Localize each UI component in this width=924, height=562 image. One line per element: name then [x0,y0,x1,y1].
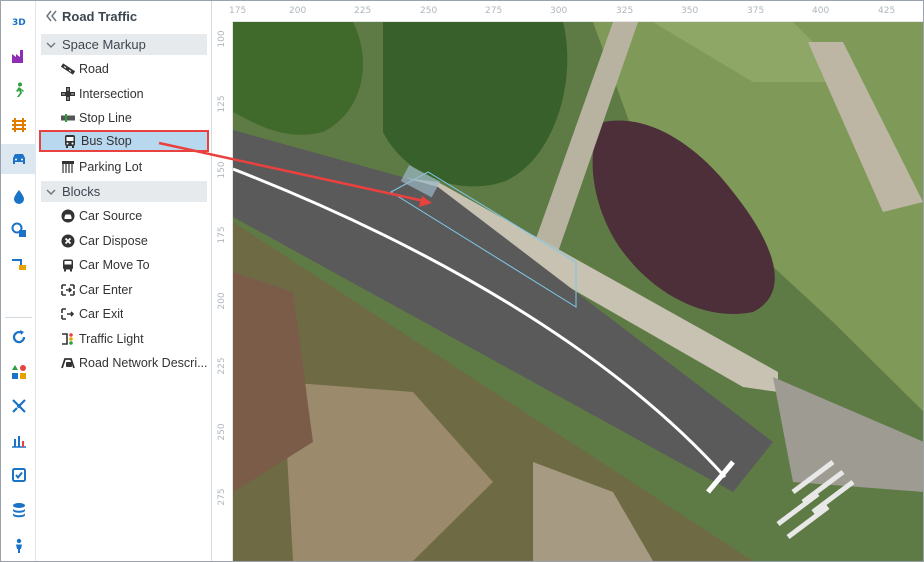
pedestrian-icon[interactable] [1,75,36,105]
palette-item-label: Car Dispose [79,234,148,248]
car-source-icon [61,209,75,223]
ruler-tick: 275 [217,488,227,506]
ruler-tick: 375 [747,6,765,16]
ruler-tick: 200 [217,292,227,310]
ruler-tick: 250 [420,6,438,16]
bus-stop-icon [65,135,75,148]
process-icon[interactable] [1,249,36,279]
chevron-down-icon [46,189,56,195]
palette-item-stop-line[interactable]: Stop Line [61,107,207,129]
charts-icon[interactable] [1,425,36,455]
application-window: 3D Road Traffic Space Markup Road Inters… [0,0,924,562]
vertical-ruler: 100 125 150 175 200 225 250 275 [212,22,233,561]
palette-item-label: Road [79,62,109,76]
collapse-icon[interactable] [44,9,58,23]
analysis-icon[interactable] [1,391,36,421]
agent-icon[interactable] [1,357,36,387]
palette-item-label: Car Source [79,209,143,223]
palette-item-car-dispose[interactable]: Car Dispose [61,230,207,252]
palette-item-label: Traffic Light [79,332,144,346]
road-network-descriptor-icon [61,358,75,369]
palette-item-label: Road Network Descri... [79,356,207,370]
palette-item-car-move-to[interactable]: Car Move To [61,254,207,276]
connectivity-icon[interactable] [1,495,36,525]
ruler-tick: 350 [681,6,699,16]
ruler-tick: 200 [289,6,307,16]
presentation-icon[interactable] [1,460,36,490]
palette-item-car-exit[interactable]: Car Exit [61,303,207,325]
palette-panel: Road Traffic Space Markup Road Intersect… [36,1,212,561]
palette-item-bus-stop[interactable]: Bus Stop [39,130,209,152]
section-label: Space Markup [62,37,146,52]
palette-item-label: Bus Stop [81,134,132,148]
ruler-tick: 100 [217,30,227,48]
car-move-to-icon [63,259,73,272]
people-icon[interactable] [1,531,36,561]
traffic-light-icon [62,333,73,345]
palette-item-label: Intersection [79,87,144,101]
palette-item-intersection[interactable]: Intersection [61,83,207,105]
ruler-tick: 225 [217,357,227,375]
ruler-tick: 175 [217,226,227,244]
palette-item-label: Parking Lot [79,160,143,174]
section-label: Blocks [62,184,101,199]
palette-item-parking-lot[interactable]: Parking Lot [61,156,207,178]
parking-lot-icon [62,161,74,173]
ruler-tick: 300 [550,6,568,16]
chevron-down-icon [46,42,56,48]
horizontal-ruler: 175 200 225 250 275 300 325 350 375 400 … [229,1,923,22]
palette-item-traffic-light[interactable]: Traffic Light [61,328,207,350]
ruler-tick: 325 [616,6,634,16]
ruler-tick: 425 [878,6,896,16]
ruler-tick: 125 [217,95,227,113]
3d-icon[interactable]: 3D [1,6,36,36]
ruler-tick: 150 [217,161,227,179]
section-blocks[interactable]: Blocks [41,181,207,202]
car-dispose-icon [61,234,75,248]
car-enter-icon [61,284,75,296]
palette-item-car-enter[interactable]: Car Enter [61,279,207,301]
svg-text:3D: 3D [12,18,26,28]
stop-line-icon [61,114,75,122]
fluid-icon[interactable] [1,182,36,212]
road-icon [61,63,75,75]
palette-item-label: Car Enter [79,283,133,297]
palette-item-road[interactable]: Road [61,58,207,80]
factory-icon[interactable] [1,41,36,71]
intersection-icon [61,87,75,101]
section-space-markup[interactable]: Space Markup [41,34,207,55]
palette-item-label: Stop Line [79,111,132,125]
ruler-tick: 250 [217,423,227,441]
rail-separator [5,317,32,318]
statecharts-icon[interactable] [1,322,36,352]
road-traffic-icon[interactable] [1,144,36,174]
ruler-tick: 400 [812,6,830,16]
car-exit-icon [61,308,75,320]
graphical-editor[interactable]: 175 200 225 250 275 300 325 350 375 400 … [212,1,924,561]
ruler-tick: 225 [354,6,372,16]
ruler-tick: 275 [485,6,503,16]
palette-title: Road Traffic [62,8,138,24]
satellite-map[interactable] [233,22,924,561]
palette-header: Road Traffic [36,1,212,31]
palette-rail: 3D [1,1,36,561]
palette-item-road-network-descriptor[interactable]: Road Network Descri... [61,352,207,374]
palette-item-label: Car Exit [79,307,124,321]
ruler-tick: 175 [229,6,247,16]
rail-icon[interactable] [1,110,36,140]
palette-item-label: Car Move To [79,258,150,272]
material-handling-icon[interactable] [1,215,36,245]
palette-item-car-source[interactable]: Car Source [61,205,207,227]
